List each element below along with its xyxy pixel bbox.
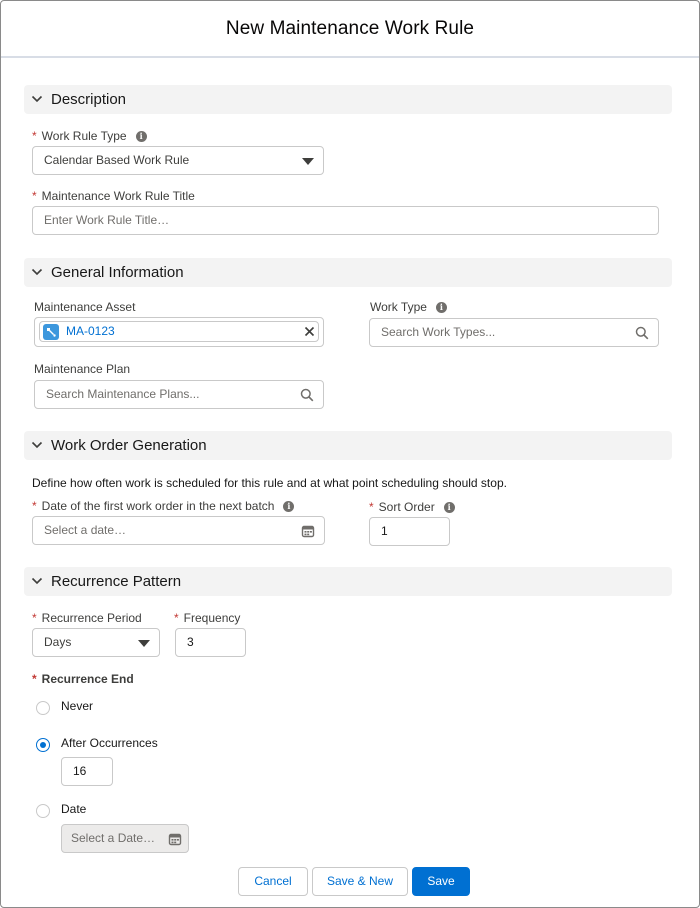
chevron-down-icon	[31, 577, 43, 585]
search-icon	[300, 388, 314, 402]
radio-date-label[interactable]: Date	[61, 802, 86, 816]
caret-down-icon	[138, 640, 150, 647]
section-header-recurrence[interactable]: Recurrence Pattern	[24, 567, 672, 596]
save-and-new-button[interactable]: Save & New	[312, 867, 408, 896]
maintenance-asset-icon	[43, 324, 59, 340]
calendar-icon[interactable]	[301, 524, 315, 538]
work-rule-title-placeholder: Enter Work Rule Title…	[44, 213, 170, 227]
end-date-placeholder: Select a Date…	[71, 831, 156, 845]
sort-order-label: * Sort Order i	[369, 500, 455, 514]
required-marker: *	[32, 189, 37, 203]
maintenance-asset-lookup[interactable]: MA-0123	[34, 317, 324, 347]
chevron-down-icon	[31, 441, 43, 449]
section-header-work-order[interactable]: Work Order Generation	[24, 431, 672, 460]
work-type-search[interactable]: Search Work Types...	[369, 318, 659, 347]
work-rule-type-label: * Work Rule Type i	[32, 129, 147, 143]
work-rule-type-select[interactable]: Calendar Based Work Rule	[32, 146, 324, 175]
occurrences-input[interactable]: 16	[61, 757, 113, 786]
occurrences-value: 16	[73, 764, 87, 778]
radio-date[interactable]	[36, 804, 50, 818]
chevron-down-icon	[31, 268, 43, 276]
asset-value[interactable]: MA-0123	[66, 322, 115, 341]
frequency-label: * Frequency	[174, 611, 241, 625]
radio-never-label[interactable]: Never	[61, 699, 93, 713]
section-header-general[interactable]: General Information	[24, 258, 672, 287]
required-marker: *	[32, 672, 37, 686]
recurrence-period-label: * Recurrence Period	[32, 611, 142, 625]
end-date-picker[interactable]: Select a Date…	[61, 824, 189, 853]
maintenance-asset-label: Maintenance Asset	[34, 300, 136, 314]
save-button[interactable]: Save	[412, 867, 470, 896]
close-icon[interactable]	[303, 325, 316, 338]
radio-after-occurrences[interactable]	[36, 738, 50, 752]
maintenance-plan-label: Maintenance Plan	[34, 362, 131, 376]
modal-header: New Maintenance Work Rule	[1, 1, 699, 58]
info-icon[interactable]: i	[443, 502, 455, 514]
search-icon	[635, 326, 649, 340]
work-order-description: Define how often work is scheduled for t…	[32, 476, 507, 490]
section-title: Description	[51, 91, 127, 108]
required-marker: *	[369, 500, 374, 514]
maintenance-plan-search[interactable]: Search Maintenance Plans...	[34, 380, 324, 409]
caret-down-icon	[302, 158, 314, 165]
radio-never[interactable]	[36, 701, 50, 715]
frequency-input[interactable]: 3	[175, 628, 246, 657]
cancel-button[interactable]: Cancel	[238, 867, 308, 896]
section-header-description[interactable]: Description	[24, 85, 672, 114]
radio-after-occurrences-label[interactable]: After Occurrences	[61, 736, 158, 750]
info-icon[interactable]: i	[135, 131, 147, 143]
sort-order-value: 1	[381, 524, 388, 538]
work-type-label: Work Type i	[370, 300, 447, 314]
required-marker: *	[174, 611, 179, 625]
info-icon[interactable]: i	[283, 501, 295, 513]
work-rule-type-value: Calendar Based Work Rule	[44, 153, 190, 167]
work-type-placeholder: Search Work Types...	[381, 325, 496, 339]
maintenance-plan-placeholder: Search Maintenance Plans...	[46, 387, 200, 401]
section-title: Recurrence Pattern	[51, 573, 182, 590]
required-marker: *	[32, 611, 37, 625]
section-title: Work Order Generation	[51, 437, 207, 454]
calendar-icon[interactable]	[168, 832, 182, 846]
frequency-value: 3	[187, 635, 194, 649]
recurrence-period-value: Days	[44, 635, 72, 649]
work-rule-title-label: * Maintenance Work Rule Title	[32, 189, 195, 203]
first-date-placeholder: Select a date…	[44, 523, 127, 537]
work-rule-title-input[interactable]: Enter Work Rule Title…	[32, 206, 659, 235]
required-marker: *	[32, 499, 37, 513]
section-title: General Information	[51, 264, 184, 281]
first-date-label: * Date of the first work order in the nex…	[32, 499, 295, 513]
info-icon[interactable]: i	[435, 302, 447, 314]
recurrence-end-label: * Recurrence End	[32, 672, 134, 686]
modal-title: New Maintenance Work Rule	[225, 18, 475, 39]
asset-pill[interactable]: MA-0123	[39, 321, 319, 342]
sort-order-input[interactable]: 1	[369, 517, 450, 546]
required-marker: *	[32, 129, 37, 143]
modal: New Maintenance Work Rule Description * W…	[0, 0, 700, 908]
first-date-picker[interactable]: Select a date…	[32, 516, 325, 545]
chevron-down-icon	[31, 95, 43, 103]
recurrence-period-select[interactable]: Days	[32, 628, 160, 657]
